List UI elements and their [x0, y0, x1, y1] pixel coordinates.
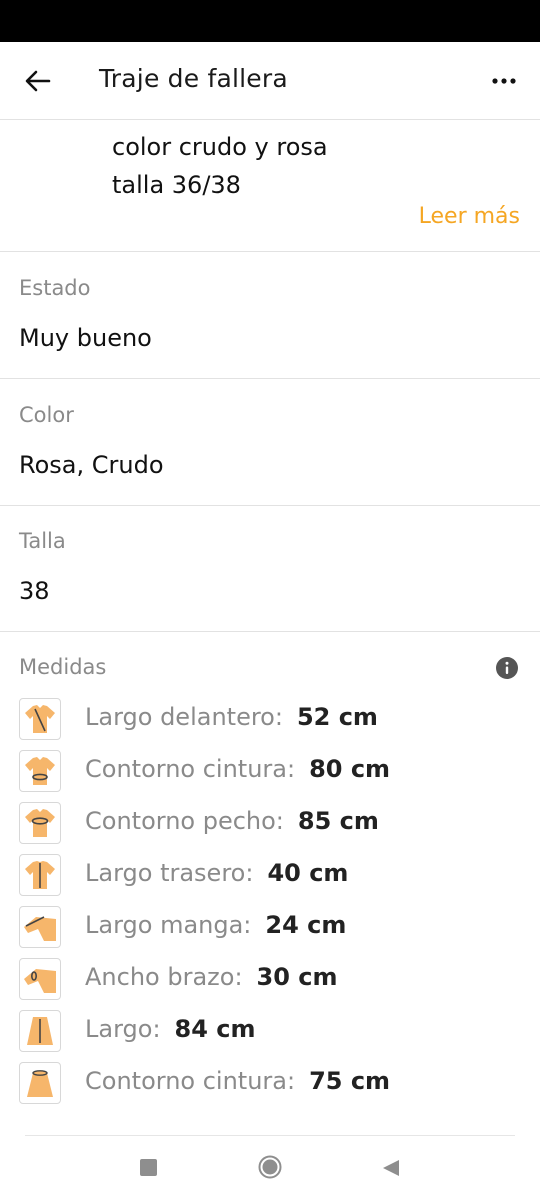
- back-length-icon: [19, 854, 61, 896]
- app-bar: Traje de fallera: [0, 42, 540, 120]
- measure-name: Contorno pecho:: [85, 807, 284, 835]
- info-icon[interactable]: [496, 657, 518, 679]
- detail-color: Color Rosa, Crudo: [0, 379, 540, 506]
- page-title: Traje de fallera: [99, 64, 288, 93]
- measure-text: Ancho brazo: 30 cm: [85, 963, 338, 991]
- detail-talla: Talla 38: [0, 505, 540, 632]
- measure-text: Contorno cintura: 80 cm: [85, 755, 390, 783]
- measure-text: Largo trasero: 40 cm: [85, 859, 348, 887]
- detail-label: Estado: [19, 276, 91, 300]
- measure-name: Contorno cintura:: [85, 1067, 296, 1095]
- measure-row: Largo delantero: 52 cm: [19, 698, 519, 740]
- measure-text: Largo delantero: 52 cm: [85, 703, 378, 731]
- measure-value: 84 cm: [174, 1015, 256, 1043]
- detail-label: Color: [19, 403, 74, 427]
- measure-value: 30 cm: [256, 963, 338, 991]
- measure-value: 85 cm: [297, 807, 379, 835]
- skirt-waist-icon: [19, 1062, 61, 1104]
- measure-text: Contorno cintura: 75 cm: [85, 1067, 390, 1095]
- back-triangle-icon[interactable]: [381, 1158, 401, 1178]
- measure-value: 52 cm: [296, 703, 378, 731]
- skirt-length-icon: [19, 1010, 61, 1052]
- measure-text: Contorno pecho: 85 cm: [85, 807, 379, 835]
- detail-label: Talla: [19, 529, 66, 553]
- home-icon[interactable]: [258, 1155, 282, 1179]
- measurements-section: Medidas Largo delantero: 52 cm Contorno c…: [0, 632, 540, 1137]
- measure-value: 24 cm: [265, 911, 347, 939]
- detail-value: Rosa, Crudo: [19, 451, 164, 479]
- chest-icon: [19, 802, 61, 844]
- detail-estado: Estado Muy bueno: [0, 252, 540, 379]
- measure-row: Largo trasero: 40 cm: [19, 854, 519, 896]
- front-length-icon: [19, 698, 61, 740]
- measure-name: Largo manga:: [85, 911, 252, 939]
- measure-row: Contorno pecho: 85 cm: [19, 802, 519, 844]
- sleeve-length-icon: [19, 906, 61, 948]
- measure-name: Largo:: [85, 1015, 161, 1043]
- arrow-left-icon: [25, 70, 51, 92]
- measure-row: Largo: 84 cm: [19, 1010, 519, 1052]
- description-line: talla 36/38: [112, 171, 241, 199]
- measure-name: Contorno cintura:: [85, 755, 296, 783]
- measurements-label: Medidas: [19, 655, 107, 679]
- system-nav-bar: [0, 1136, 540, 1200]
- measure-name: Ancho brazo:: [85, 963, 243, 991]
- more-horizontal-icon: [492, 78, 516, 84]
- measure-value: 80 cm: [309, 755, 391, 783]
- measure-name: Largo delantero:: [85, 703, 283, 731]
- measure-text: Largo manga: 24 cm: [85, 911, 346, 939]
- detail-value: 38: [19, 577, 50, 605]
- more-options-button[interactable]: [484, 61, 524, 101]
- waist-icon: [19, 750, 61, 792]
- read-more-link[interactable]: Leer más: [419, 204, 520, 229]
- recent-apps-icon[interactable]: [140, 1159, 157, 1176]
- measure-value: 40 cm: [267, 859, 349, 887]
- back-button[interactable]: [18, 61, 58, 101]
- measure-text: Largo: 84 cm: [85, 1015, 256, 1043]
- description-section: color crudo y rosa talla 36/38 Leer más: [0, 120, 540, 252]
- status-bar: [0, 0, 540, 42]
- measure-row: Contorno cintura: 75 cm: [19, 1062, 519, 1104]
- measure-row: Contorno cintura: 80 cm: [19, 750, 519, 792]
- measure-value: 75 cm: [309, 1067, 391, 1095]
- arm-width-icon: [19, 958, 61, 1000]
- measure-row: Largo manga: 24 cm: [19, 906, 519, 948]
- description-line: color crudo y rosa: [112, 133, 328, 161]
- detail-value: Muy bueno: [19, 324, 152, 352]
- measure-row: Ancho brazo: 30 cm: [19, 958, 519, 1000]
- measure-name: Largo trasero:: [85, 859, 254, 887]
